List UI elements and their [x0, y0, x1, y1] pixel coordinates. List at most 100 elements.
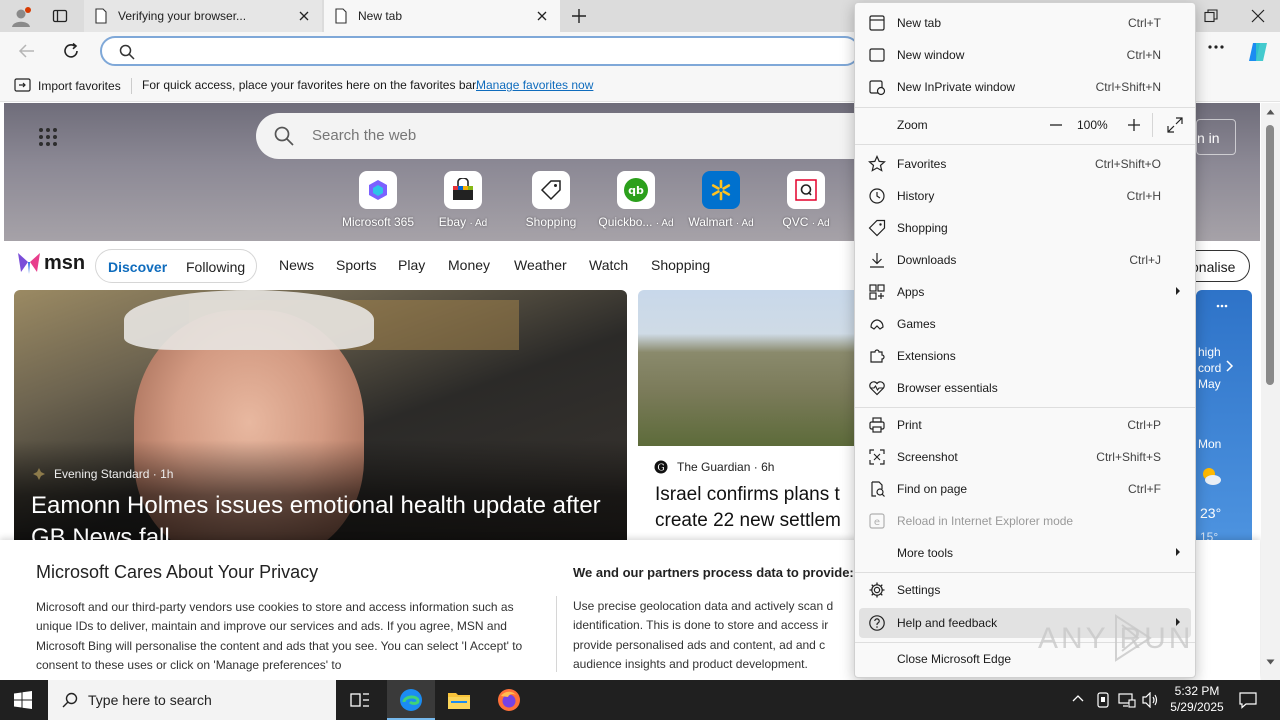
taskbar: Type here to search 5:32 PM 5/29/2025: [0, 680, 1280, 720]
menu-print[interactable]: Print Ctrl+P: [859, 410, 1191, 440]
window-close-icon[interactable]: [1251, 9, 1265, 23]
menu-apps[interactable]: Apps: [859, 277, 1191, 307]
zoom-in-icon[interactable]: [1127, 118, 1141, 132]
tab-actions-icon[interactable]: [52, 8, 68, 24]
clock[interactable]: 5:32 PM 5/29/2025: [1164, 683, 1230, 715]
submenu-arrow-icon: [1175, 286, 1181, 296]
page-scrollbar[interactable]: [1261, 103, 1280, 680]
menu-label: Downloads: [897, 253, 957, 267]
new-tab-plus-icon[interactable]: [571, 8, 587, 24]
headline-line: Israel confirms plans t: [655, 484, 840, 505]
manage-favorites-link[interactable]: Manage favorites now: [476, 78, 593, 92]
task-view-icon[interactable]: [350, 691, 370, 709]
tab-new-tab[interactable]: New tab: [324, 0, 560, 32]
web-search-box[interactable]: Search the web: [256, 113, 876, 159]
menu-more-tools[interactable]: More tools: [859, 538, 1191, 568]
address-input[interactable]: [100, 36, 860, 66]
hair-shape: [124, 290, 374, 350]
nav-money[interactable]: Money: [448, 257, 490, 273]
menu-new-inprivate[interactable]: New InPrivate window Ctrl+Shift+N: [859, 72, 1191, 102]
nav-play[interactable]: Play: [398, 257, 425, 273]
scroll-up-icon[interactable]: [1266, 109, 1275, 115]
menu-label: Games: [897, 317, 936, 331]
tile-shopping[interactable]: Shopping: [511, 171, 591, 229]
msn-butterfly-icon: [16, 250, 42, 276]
network-icon[interactable]: [1118, 692, 1136, 708]
menu-history[interactable]: History Ctrl+H: [859, 181, 1191, 211]
close-icon[interactable]: [296, 8, 312, 24]
menu-new-window[interactable]: New window Ctrl+N: [859, 40, 1191, 70]
news-card-main[interactable]: Evening Standard · 1h Eamonn Holmes issu…: [14, 290, 627, 550]
chevron-right-icon[interactable]: [1226, 360, 1234, 372]
menu-label: New tab: [897, 16, 942, 30]
menu-games[interactable]: Games: [859, 309, 1191, 339]
scroll-thumb[interactable]: [1266, 125, 1274, 385]
zoom-out-icon[interactable]: [1049, 118, 1063, 132]
weather-card[interactable]: high cord May Mon 23° 15°: [1196, 290, 1252, 550]
back-icon[interactable]: [18, 42, 36, 60]
menu-favorites[interactable]: Favorites Ctrl+Shift+O: [859, 149, 1191, 179]
source-icon: [32, 467, 46, 481]
tile-qvc[interactable]: QVC · Ad: [766, 171, 846, 229]
menu-separator: [855, 572, 1195, 573]
menu-settings[interactable]: Settings: [859, 575, 1191, 605]
firefox-icon[interactable]: [497, 688, 521, 712]
download-icon: [868, 251, 886, 269]
more-options-icon[interactable]: [1216, 304, 1228, 308]
apps-grid-icon[interactable]: [38, 127, 58, 147]
restore-icon[interactable]: [1204, 9, 1218, 23]
copilot-icon[interactable]: [1246, 40, 1270, 64]
menu-screenshot[interactable]: Screenshot Ctrl+Shift+S: [859, 442, 1191, 472]
news-card-second[interactable]: G The Guardian · 6h Israel confirms plan…: [638, 290, 878, 550]
profile-icon[interactable]: [10, 6, 32, 28]
nav-news[interactable]: News: [279, 257, 314, 273]
taskbar-search[interactable]: Type here to search: [48, 680, 336, 720]
close-icon[interactable]: [534, 8, 550, 24]
file-explorer-icon[interactable]: [447, 689, 471, 711]
following-tab[interactable]: Following: [186, 259, 245, 275]
nav-sports[interactable]: Sports: [336, 257, 376, 273]
tab-title: New tab: [358, 9, 403, 23]
tab-title: Verifying your browser...: [118, 9, 247, 23]
zoom-level: 100%: [1077, 118, 1108, 132]
weather-text: cord: [1198, 361, 1222, 375]
menu-downloads[interactable]: Downloads Ctrl+J: [859, 245, 1191, 275]
menu-extensions[interactable]: Extensions: [859, 341, 1191, 371]
tile-microsoft365[interactable]: Microsoft 365: [338, 171, 418, 229]
import-favorites-label: Import favorites: [38, 78, 121, 93]
scroll-down-icon[interactable]: [1266, 659, 1275, 665]
sign-in-button[interactable]: n in: [1196, 119, 1236, 155]
tile-ebay[interactable]: Ebay · Ad: [423, 171, 503, 229]
games-icon: [868, 315, 886, 333]
tab-verifying[interactable]: Verifying your browser...: [84, 0, 322, 32]
chevron-up-icon[interactable]: [1072, 694, 1084, 702]
privacy-body: Microsoft and our third-party vendors us…: [36, 600, 523, 672]
nav-shopping[interactable]: Shopping: [651, 257, 710, 273]
import-favorites-button[interactable]: Import favorites: [14, 78, 121, 93]
menu-find-on-page[interactable]: Find on page Ctrl+F: [859, 474, 1191, 504]
qvc-icon: [787, 171, 825, 209]
refresh-icon[interactable]: [62, 42, 80, 60]
more-menu-icon[interactable]: [1207, 44, 1225, 52]
menu-label: New window: [897, 48, 965, 62]
taskbar-edge[interactable]: [387, 680, 435, 720]
menu-shortcut: Ctrl+Shift+O: [1094, 157, 1161, 171]
tile-walmart[interactable]: Walmart · Ad: [681, 171, 761, 229]
notifications-icon[interactable]: [1239, 691, 1257, 709]
tile-quickbooks[interactable]: qb Quickbo... · Ad: [596, 171, 676, 229]
fullscreen-icon[interactable]: [1167, 117, 1183, 133]
windows-start-icon[interactable]: [14, 691, 32, 709]
menu-shortcut: Ctrl+P: [1127, 418, 1161, 432]
tile-label: Ebay: [438, 215, 467, 229]
nav-weather[interactable]: Weather: [514, 257, 567, 273]
tray-device-icon[interactable]: [1096, 692, 1110, 708]
nav-watch[interactable]: Watch: [589, 257, 628, 273]
menu-label: More tools: [897, 546, 954, 560]
menu-browser-essentials[interactable]: Browser essentials: [859, 373, 1191, 403]
discover-tab[interactable]: Discover: [108, 259, 167, 275]
menu-new-tab[interactable]: New tab Ctrl+T: [859, 8, 1191, 38]
menu-shopping[interactable]: Shopping: [859, 213, 1191, 243]
volume-icon[interactable]: [1142, 692, 1160, 708]
page-icon: [94, 8, 108, 24]
msn-logo[interactable]: msn: [16, 250, 85, 276]
